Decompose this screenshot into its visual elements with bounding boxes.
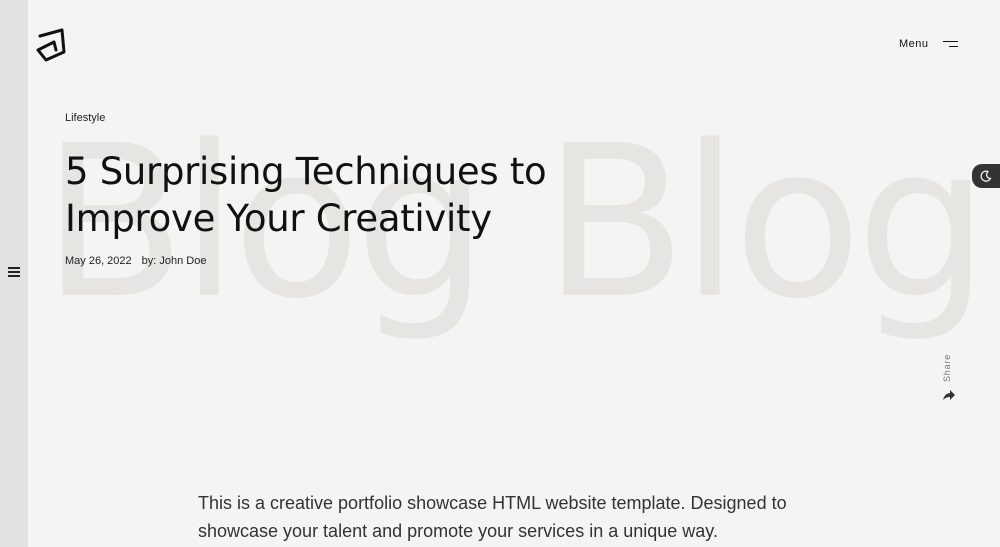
post-title: 5 Surprising Techniques to Improve Your … bbox=[65, 150, 547, 240]
post-author[interactable]: by: John Doe bbox=[142, 255, 207, 267]
dark-mode-toggle[interactable] bbox=[972, 164, 1000, 188]
post-date: May 26, 2022 bbox=[65, 255, 132, 267]
share-arrow-icon bbox=[943, 390, 955, 400]
logo-mark-icon[interactable] bbox=[34, 28, 70, 62]
hamburger-icon[interactable] bbox=[8, 267, 20, 277]
menu-label: Menu bbox=[899, 38, 929, 50]
moon-icon bbox=[980, 170, 992, 182]
post-intro: This is a creative portfolio showcase HT… bbox=[198, 493, 787, 541]
share-label: Share bbox=[942, 353, 952, 382]
share-button[interactable]: Share bbox=[940, 350, 960, 402]
post-category-link[interactable]: Lifestyle bbox=[65, 112, 105, 124]
post-meta: May 26, 2022 by: John Doe bbox=[65, 255, 206, 267]
menu-button[interactable]: Menu bbox=[899, 38, 958, 50]
menu-lines-icon bbox=[942, 40, 958, 49]
